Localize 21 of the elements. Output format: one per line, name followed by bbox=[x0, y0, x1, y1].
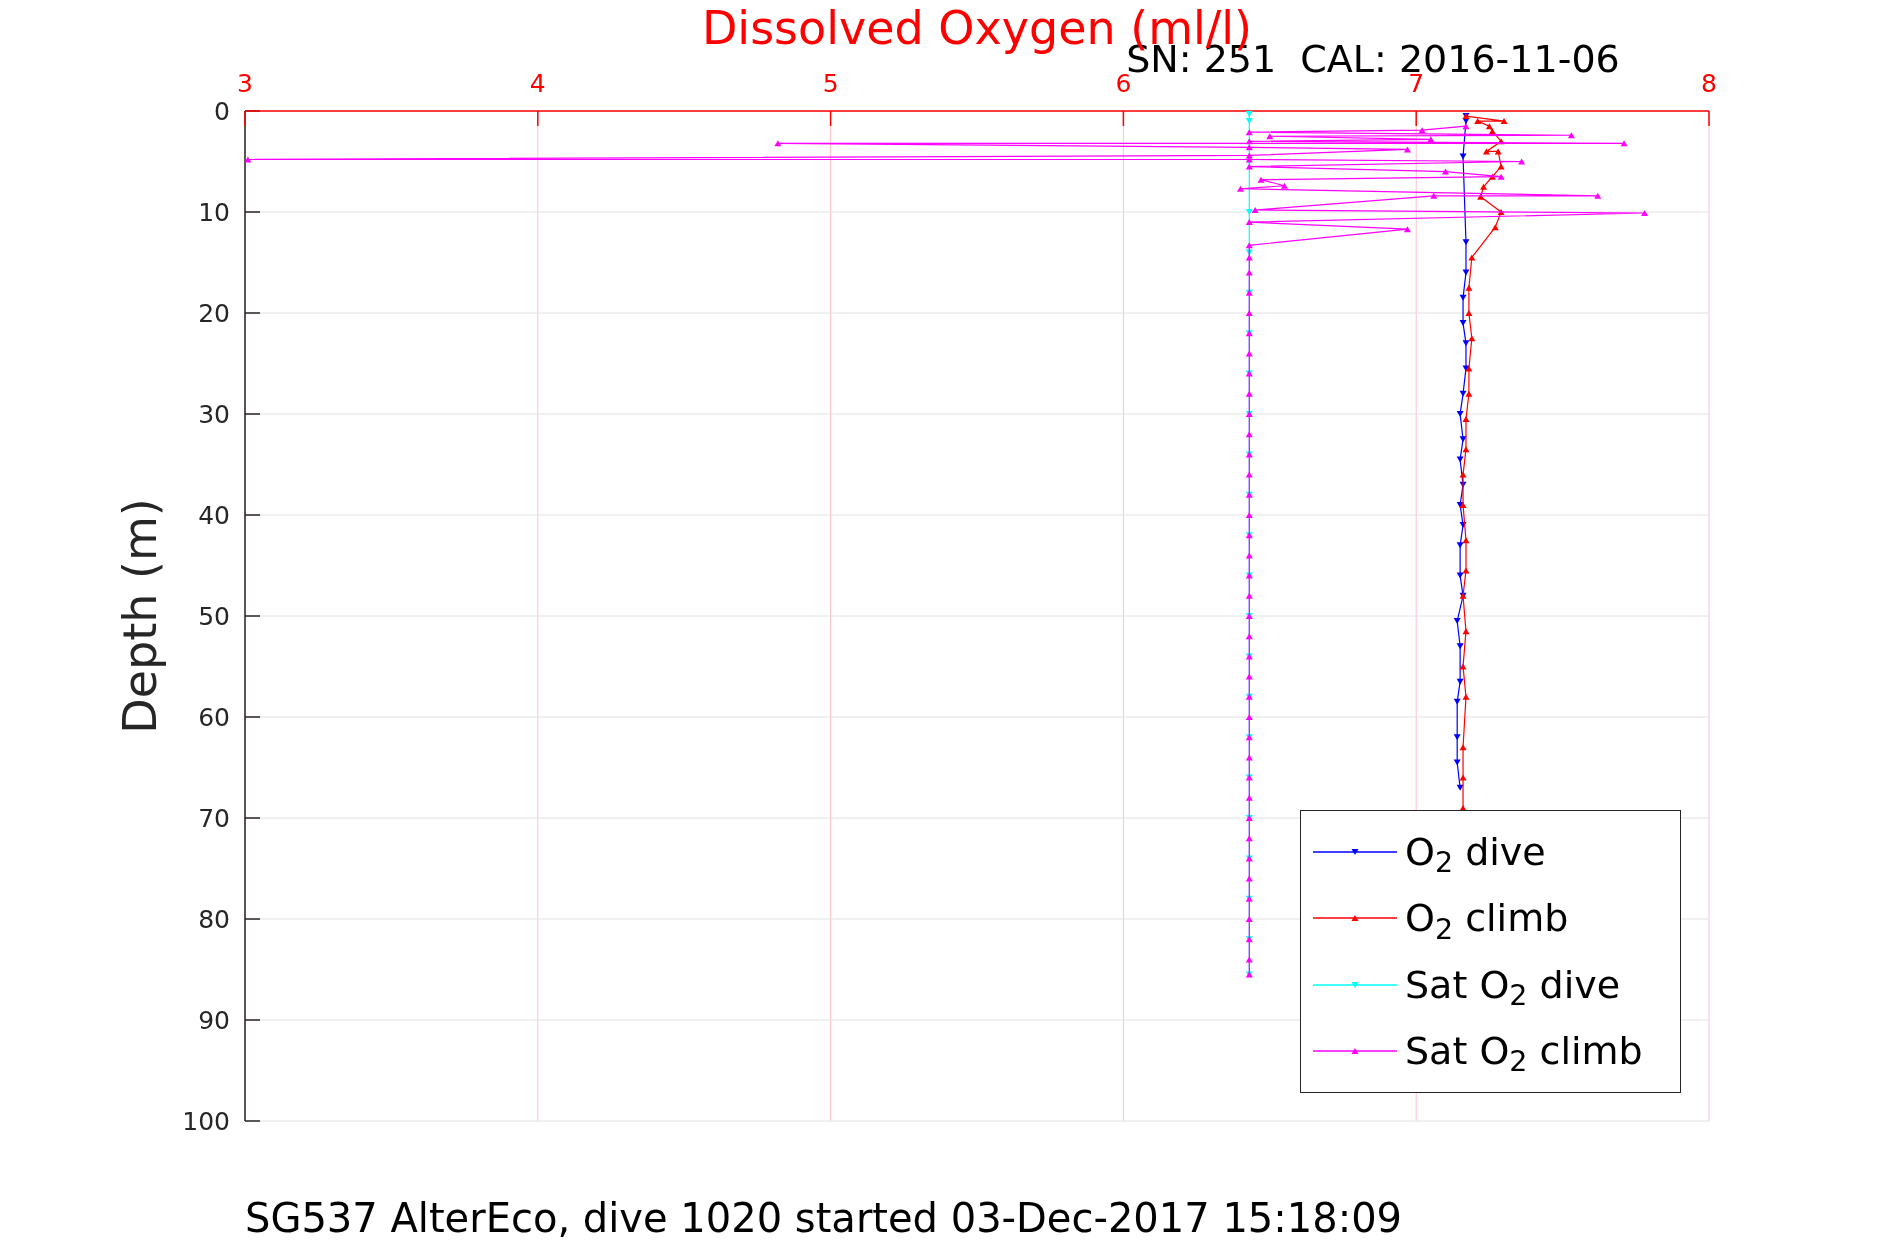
y-tick-label: 90 bbox=[198, 1006, 230, 1035]
y-tick-label: 20 bbox=[198, 299, 230, 328]
legend-label: Sat O$_{2}$ climb bbox=[1405, 1031, 1643, 1070]
legend-label: O$_{2}$ dive bbox=[1405, 833, 1546, 872]
y-tick-label: 10 bbox=[198, 198, 230, 227]
y-axis-label: Depth (m) bbox=[113, 498, 167, 734]
y-tick-label: 50 bbox=[198, 602, 230, 631]
legend-label: Sat O$_{2}$ dive bbox=[1405, 965, 1621, 1004]
y-tick-label: 100 bbox=[182, 1107, 230, 1136]
y-tick-label: 30 bbox=[198, 400, 230, 429]
x-tick-label: 3 bbox=[237, 69, 253, 98]
y-tick-label: 60 bbox=[198, 703, 230, 732]
y-tick-label: 70 bbox=[198, 804, 230, 833]
y-tick-label: 40 bbox=[198, 501, 230, 530]
x-tick-label: 8 bbox=[1701, 69, 1717, 98]
y-tick-label: 0 bbox=[214, 97, 230, 126]
legend-label: O$_{2}$ climb bbox=[1405, 899, 1569, 938]
x-tick-label: 4 bbox=[529, 69, 546, 98]
x-tick-label: 5 bbox=[822, 69, 839, 98]
y-tick-label: 80 bbox=[198, 905, 230, 934]
caption: SG537 AlterEco, dive 1020 started 03-Dec-2017 15:18:09 bbox=[245, 1195, 1403, 1241]
